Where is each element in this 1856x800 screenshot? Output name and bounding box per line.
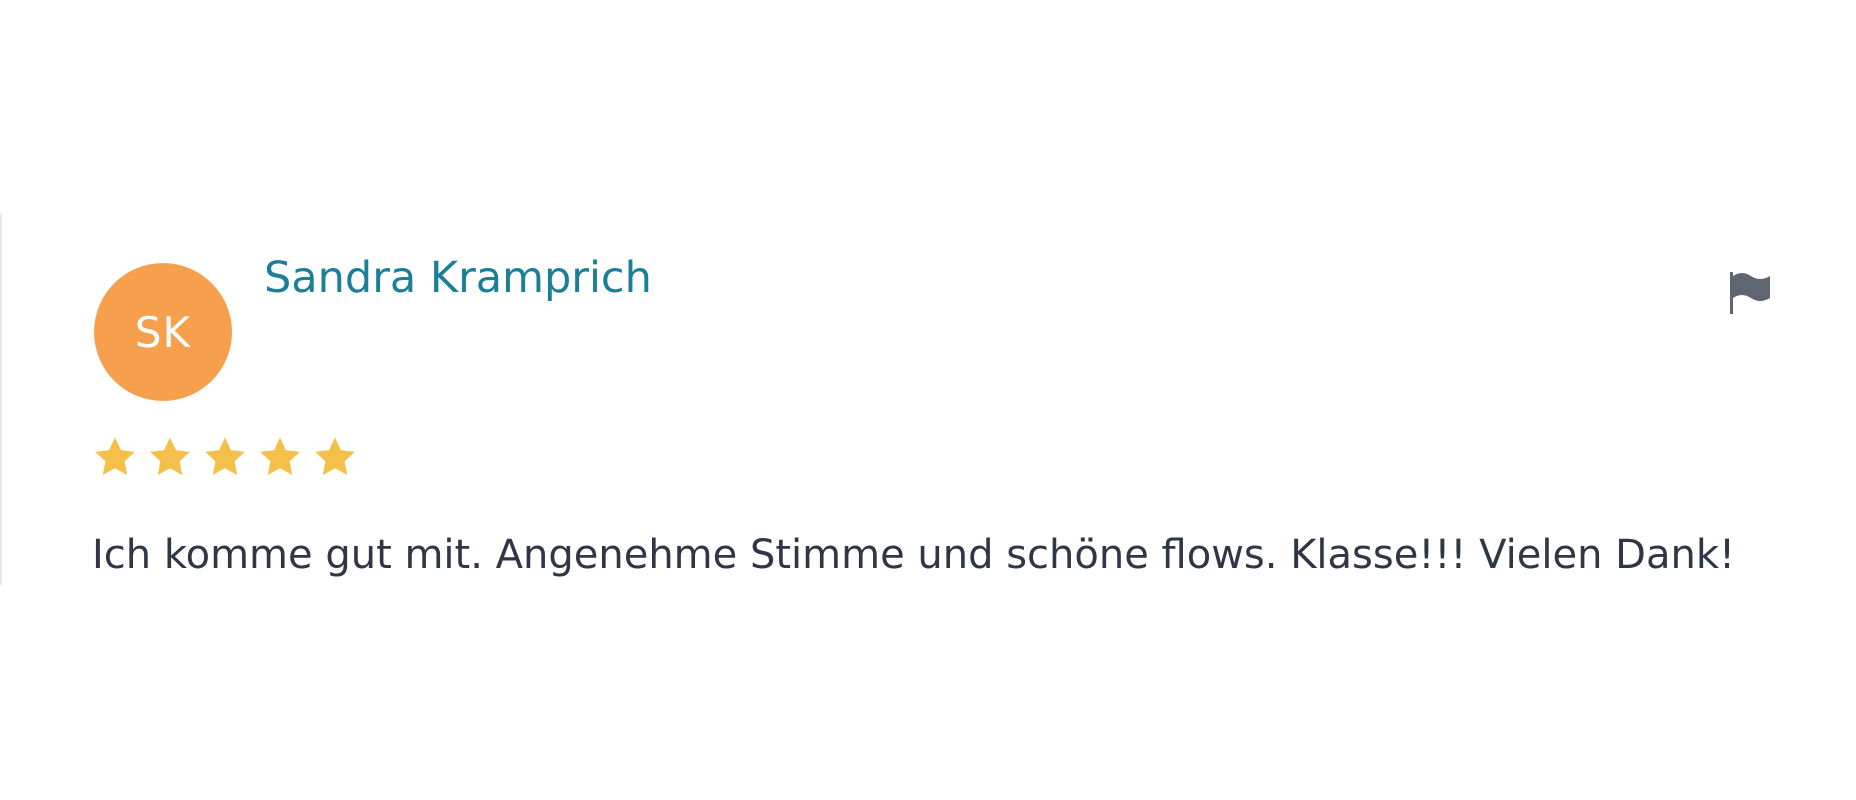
report-review-button[interactable] xyxy=(1728,270,1780,316)
star-icon xyxy=(150,437,190,476)
star-icon xyxy=(315,437,355,476)
star-icon xyxy=(95,437,135,476)
star-rating xyxy=(92,434,367,480)
star-icon xyxy=(205,437,245,476)
reviewer-name[interactable]: Sandra Kramprich xyxy=(264,253,652,305)
star-icon xyxy=(260,437,300,476)
avatar: SK xyxy=(94,263,232,401)
review-card: SK Sandra Kramprich Ich komme gut mit. A… xyxy=(0,213,1856,585)
review-text: Ich komme gut mit. Angenehme Stimme und … xyxy=(92,532,1736,578)
avatar-initials: SK xyxy=(134,307,192,357)
flag-icon xyxy=(1730,272,1770,314)
